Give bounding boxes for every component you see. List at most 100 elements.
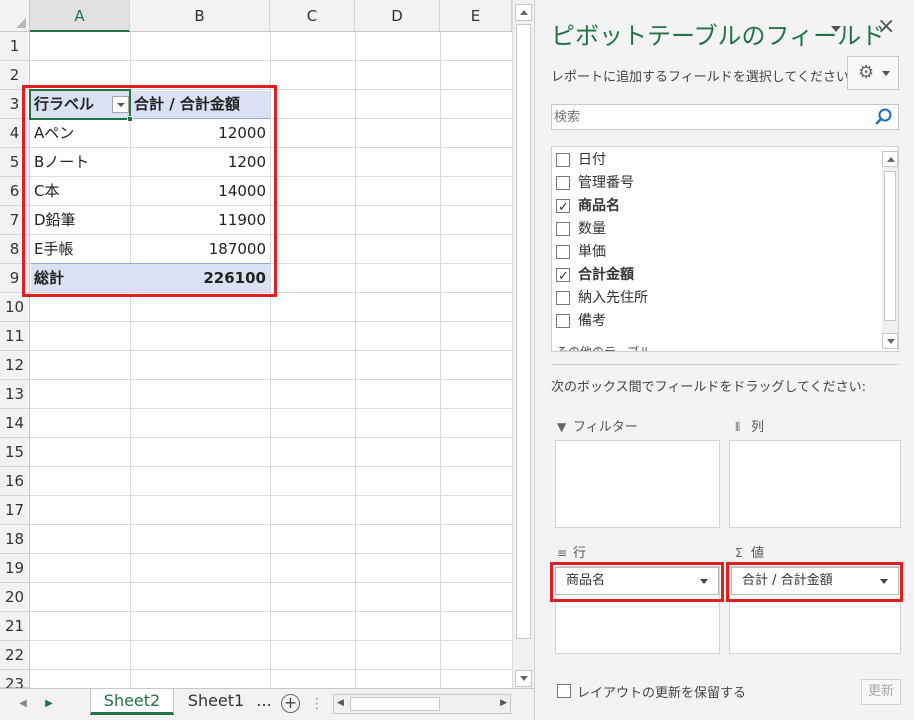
sheet-tab-sheet2[interactable]: Sheet2 [90,689,174,715]
scroll-up-button[interactable] [882,151,898,167]
splitter-dots-icon[interactable]: ⋮ [308,695,326,713]
grid-line [30,466,512,467]
grid-line [30,321,512,322]
scroll-thumb[interactable] [884,171,896,321]
row-header[interactable]: 18 [0,525,30,554]
close-icon[interactable]: × [877,14,895,39]
field-label: 商品名 [578,198,620,214]
triangle-up-icon [887,157,895,162]
spreadsheet-area: A B C D E 1 2 3 4 5 6 7 8 9 10 11 12 13 … [0,0,534,720]
search-input[interactable] [554,107,864,127]
column-header-a[interactable]: A [30,0,130,32]
row-header[interactable]: 1 [0,32,30,61]
column-header-c[interactable]: C [270,0,355,32]
field-label: 備考 [578,313,606,329]
grid-line [30,669,512,670]
grid-line [30,524,512,525]
field-checkbox[interactable] [556,153,570,167]
field-settings-button[interactable]: ⚙ [847,56,899,90]
filter-drop-area[interactable] [555,440,720,528]
field-checkbox[interactable] [556,245,570,259]
defer-update-checkbox[interactable] [557,684,571,698]
row-header[interactable]: 15 [0,438,30,467]
grid-line [30,437,512,438]
field-list-scrollbar[interactable] [882,151,898,349]
row-header[interactable]: 23 [0,670,30,693]
field-search-box[interactable] [551,104,899,130]
more-sheets-button[interactable]: ... [252,689,276,715]
grid-line [30,582,512,583]
row-header[interactable]: 13 [0,380,30,409]
row-header[interactable]: 11 [0,322,30,351]
scroll-down-button[interactable] [515,670,532,687]
field-label: 納入先住所 [578,290,648,306]
rows-area-label: 行 [573,546,587,561]
field-checkbox[interactable] [556,291,570,305]
scroll-left-icon[interactable]: ◀ [337,698,344,708]
field-checkbox[interactable] [556,314,570,328]
add-sheet-icon[interactable]: + [281,694,300,713]
tab-scroll-left-icon[interactable]: ◀ [14,695,32,713]
chevron-down-icon [882,71,890,76]
pane-title: ピボットテーブルのフィールド [551,22,886,50]
tab-scroll-right-icon[interactable]: ▶ [40,695,58,713]
column-header-d[interactable]: D [355,0,440,32]
filter-area-title: ▼ フィルター [557,416,638,435]
horizontal-scroll-thumb[interactable] [350,697,440,711]
rows-icon: ≡ [557,546,568,560]
scroll-thumb[interactable] [516,24,531,639]
field-checkbox[interactable] [556,176,570,190]
more-tables-link[interactable]: その他のテーブル... [556,343,663,351]
gear-icon: ⚙ [858,62,875,83]
pivot-highlight-box [22,85,277,297]
columns-icon: ⦀ [735,420,741,434]
search-icon[interactable] [874,107,894,127]
grid-line [30,350,512,351]
row-header[interactable]: 19 [0,554,30,583]
field-checkbox[interactable] [556,266,570,288]
column-header-e[interactable]: E [440,0,512,32]
grid-line [30,60,512,61]
field-label: 管理番号 [578,175,634,191]
field-checkbox[interactable] [556,197,570,219]
vertical-scrollbar[interactable] [512,0,534,688]
values-highlight-box [726,562,903,602]
column-header-b[interactable]: B [130,0,270,32]
row-header[interactable]: 17 [0,496,30,525]
rows-area-title: ≡ 行 [557,542,586,561]
drag-instruction: 次のボックス間でフィールドをドラッグしてください: [551,380,866,395]
field-list: 日付 管理番号 商品名 数量 単価 合計金額 納入先住所 備考 [551,146,899,352]
row-header[interactable]: 21 [0,612,30,641]
triangle-up-icon [520,10,528,15]
filter-icon: ▼ [557,420,567,434]
update-button[interactable]: 更新 [861,679,901,705]
pane-subtitle: レポートに追加するフィールドを選択してください: [551,70,854,85]
triangle-down-icon [887,339,895,344]
field-checkbox[interactable] [556,222,570,236]
grid-line [30,553,512,554]
sheet-tab-bar: ◀ ▶ Sheet2 Sheet1 ... + ⋮ ◀ ▶ [0,688,534,720]
row-header[interactable]: 22 [0,641,30,670]
pane-divider [551,364,899,365]
columns-drop-area[interactable] [729,440,901,528]
columns-area-title: ⦀ 列 [735,416,764,435]
horizontal-scrollbar[interactable]: ◀ ▶ [333,694,511,714]
scroll-right-icon[interactable]: ▶ [500,698,507,708]
row-header[interactable]: 12 [0,351,30,380]
row-header[interactable]: 20 [0,583,30,612]
grid-line [30,408,512,409]
scroll-down-button[interactable] [882,333,898,349]
sheet-tab-sheet1[interactable]: Sheet1 [176,689,256,715]
pane-options-caret-icon[interactable] [831,26,841,32]
row-header[interactable]: 14 [0,409,30,438]
row-header[interactable]: 10 [0,293,30,322]
field-label: 合計金額 [578,267,634,283]
row-header[interactable]: 16 [0,467,30,496]
grid-line [30,495,512,496]
filter-area-label: フィルター [573,420,638,435]
scroll-up-button[interactable] [515,4,532,21]
triangle-down-icon [520,676,528,681]
select-all-corner[interactable] [0,0,30,32]
grid-line [355,32,356,688]
grid-line [30,640,512,641]
